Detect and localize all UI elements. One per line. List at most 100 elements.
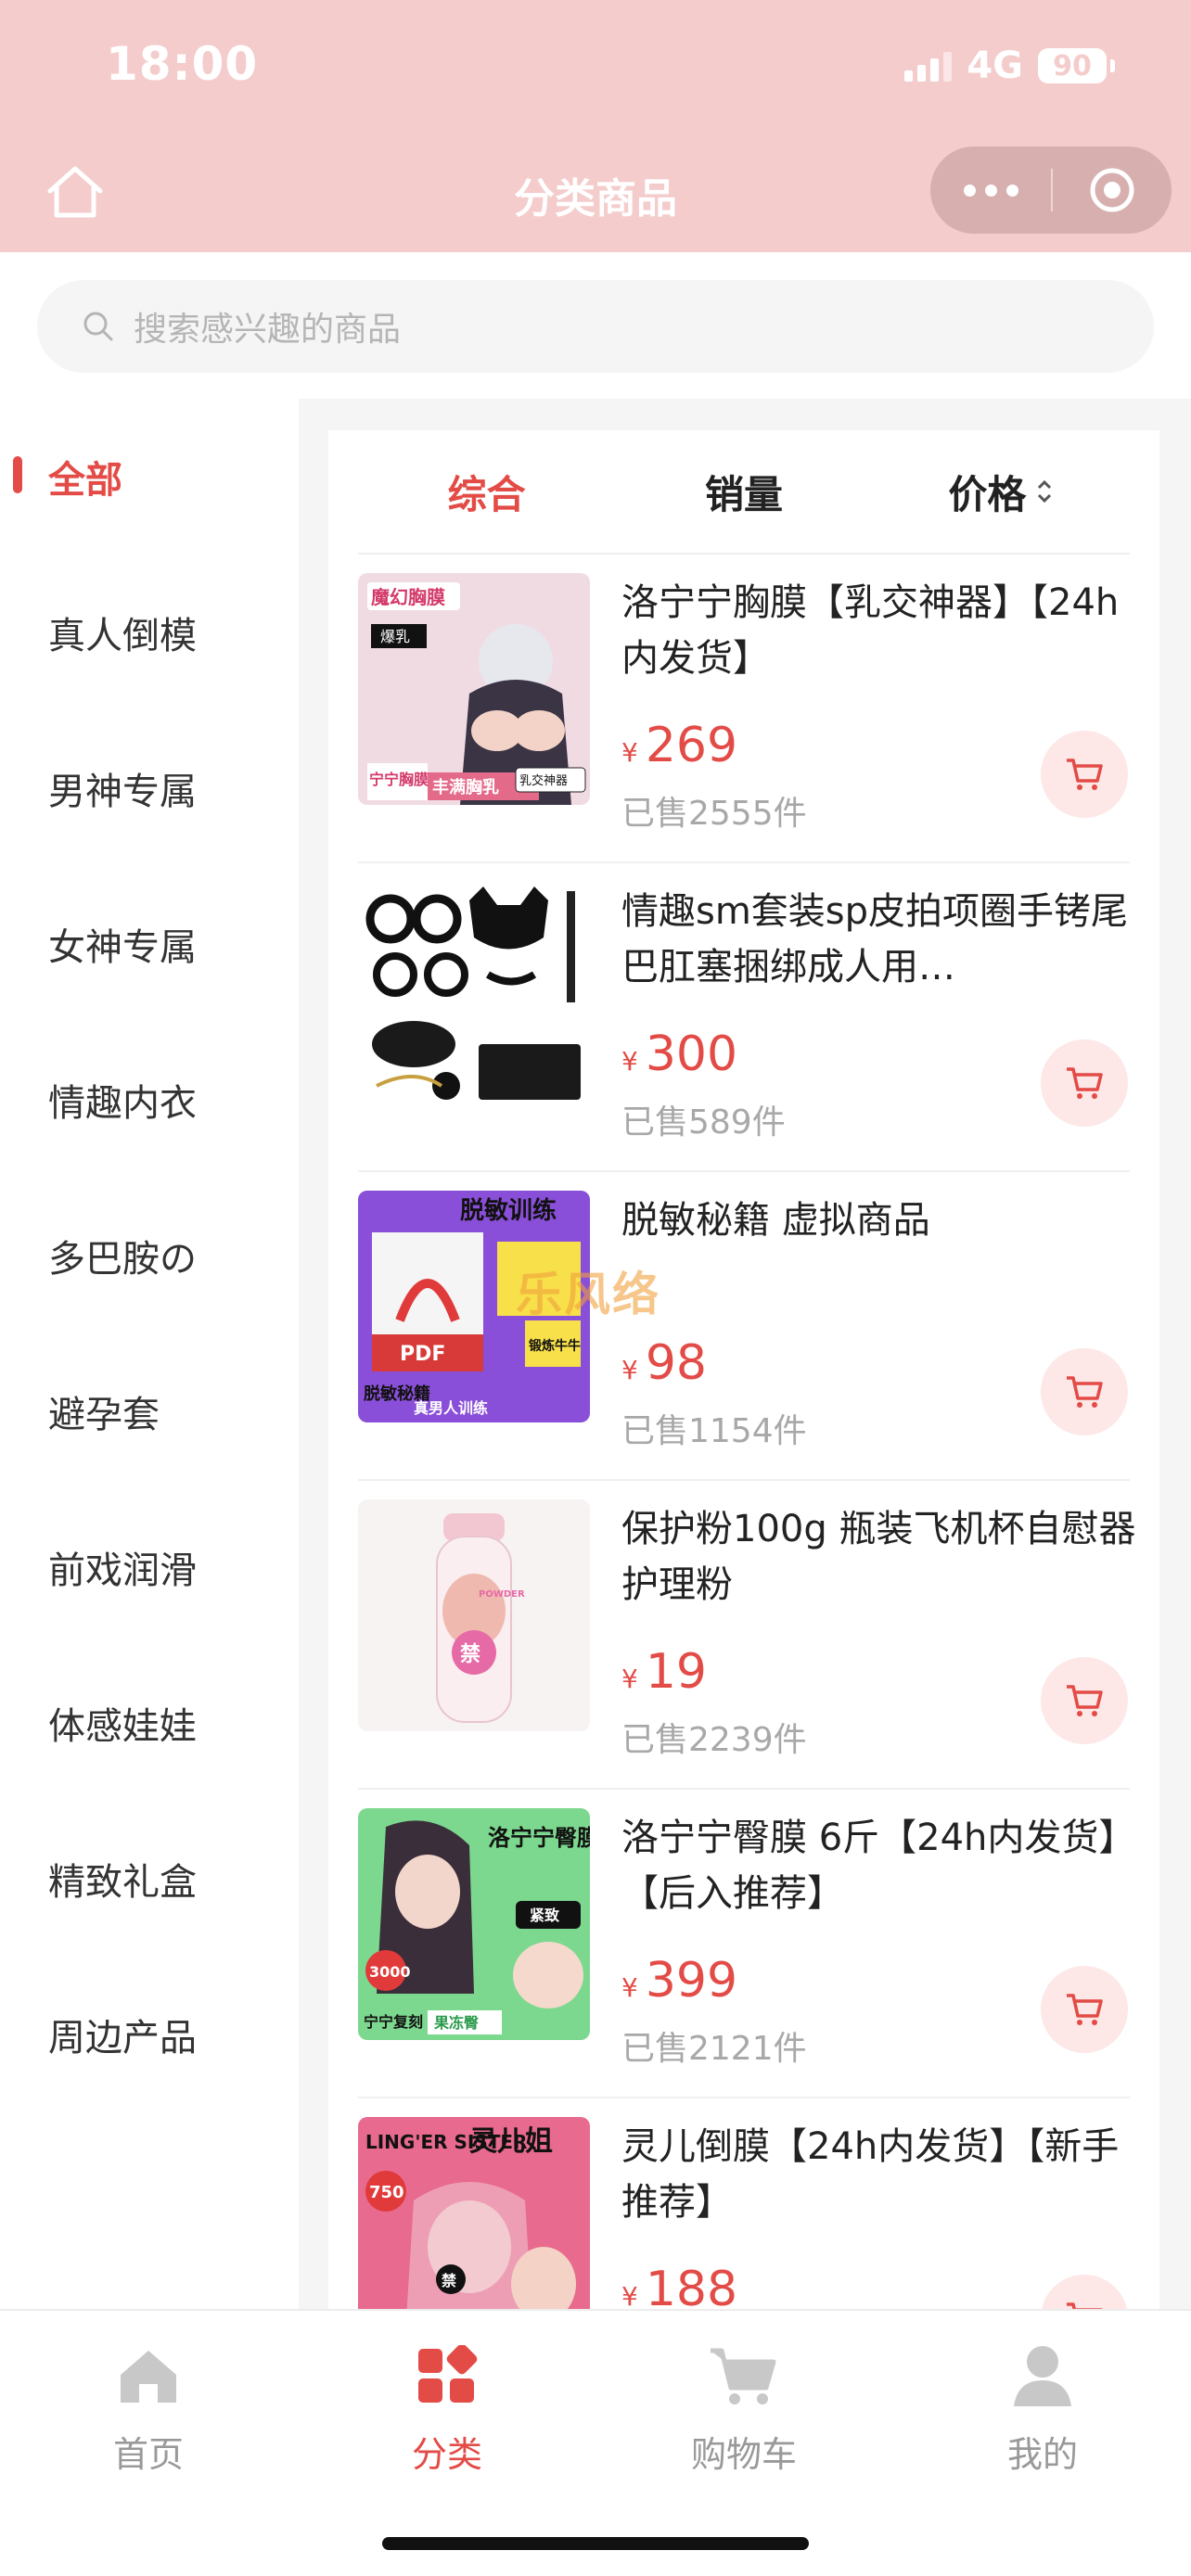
sidebar-item-women[interactable]: 女神专属 xyxy=(0,866,299,1022)
cart-icon xyxy=(1067,1994,1103,2025)
price-value: 98 xyxy=(645,1335,707,1391)
sidebar-item-dopamine[interactable]: 多巴胺の xyxy=(0,1178,299,1333)
sidebar-item-real-mold[interactable]: 真人倒模 xyxy=(0,555,299,710)
user-icon xyxy=(950,2339,1135,2413)
add-to-cart-button[interactable] xyxy=(1041,1348,1128,1435)
sidebar-item-lingerie[interactable]: 情趣内衣 xyxy=(0,1022,299,1178)
category-sidebar: 全部 真人倒模 男神专属 女神专属 情趣内衣 多巴胺の 避孕套 前戏润滑 体感娃… xyxy=(0,399,299,2309)
tab-category[interactable]: 分类 xyxy=(354,2339,540,2477)
search-input[interactable]: 搜索感兴趣的商品 xyxy=(37,280,1154,373)
sold-count: 已售2239件 xyxy=(621,1721,807,1759)
sidebar-item-men[interactable]: 男神专属 xyxy=(0,710,299,866)
thumb-bottom: 宁宁复刻 xyxy=(364,2013,423,2031)
product-image: 禁 POWDER xyxy=(358,1499,590,1731)
tab-profile-label: 我的 xyxy=(1006,2434,1078,2475)
sort-sales-tab[interactable]: 销量 xyxy=(615,464,872,520)
category-icon xyxy=(354,2339,540,2413)
price-value: 399 xyxy=(645,1953,738,2009)
close-target-icon[interactable] xyxy=(1053,166,1172,214)
watermark: 乐风络 xyxy=(516,1268,660,1321)
tab-cart[interactable]: 购物车 xyxy=(651,2339,837,2477)
product-image: 洛宁宁臀膜 紧致 3000 宁宁复刻 果冻臀 xyxy=(358,1808,590,2040)
sidebar-item-dolls[interactable]: 体感娃娃 xyxy=(0,1645,299,1801)
network-label: 4G xyxy=(967,45,1023,87)
thumb-title: 灵儿姐 xyxy=(469,2125,553,2158)
search-icon xyxy=(83,312,113,341)
cart-icon xyxy=(1067,1376,1103,1408)
product-name: 洛宁宁臀膜 6斤【24h内发货】【后入推荐】 xyxy=(621,1817,1136,1915)
sort-overall-tab[interactable]: 综合 xyxy=(358,464,615,520)
status-indicators: 4G 90 xyxy=(904,45,1115,87)
cart-icon xyxy=(1067,759,1103,790)
product-price: ¥19 xyxy=(621,1644,707,1700)
sidebar-item-condoms[interactable]: 避孕套 xyxy=(0,1333,299,1489)
thumb-tag: 禁 xyxy=(442,2272,456,2289)
product-image: 魔幻胸膜 爆乳 乳交神器 宁宁胸膜 丰满胸乳 xyxy=(358,573,590,805)
sold-count: 已售589件 xyxy=(621,1103,786,1141)
product-item[interactable]: 禁 POWDER 保护粉100g 瓶装飞机杯自慰器护理粉 ¥19 已售2239件 xyxy=(358,1481,1135,1790)
thumb-tag: 750 xyxy=(369,2183,404,2202)
sidebar-item-lubricant[interactable]: 前戏润滑 xyxy=(0,1489,299,1645)
thumb-tag: 3000 xyxy=(369,1963,411,1981)
add-to-cart-button[interactable] xyxy=(1041,1039,1128,1127)
tab-category-label: 分类 xyxy=(411,2434,482,2475)
sort-bar: 综合 销量 价格 xyxy=(358,430,1130,555)
thumb-bottom: 丰满胸乳 xyxy=(432,777,499,797)
tab-home[interactable]: 首页 xyxy=(56,2339,241,2477)
sort-price-label: 价格 xyxy=(948,471,1027,517)
thumb-tag: POWDER xyxy=(479,1589,525,1600)
sidebar-item-all[interactable]: 全部 xyxy=(0,399,299,555)
thumb-tag: 锻炼牛牛 xyxy=(529,1338,581,1354)
product-price: ¥98 xyxy=(621,1335,707,1391)
sidebar-item-gift-box[interactable]: 精致礼盒 xyxy=(0,1801,299,1957)
sort-price-tab[interactable]: 价格 xyxy=(873,464,1130,520)
currency-symbol: ¥ xyxy=(621,1664,638,1694)
signal-icon xyxy=(904,50,953,82)
sold-count: 已售1154件 xyxy=(621,1412,807,1450)
cart-icon xyxy=(1067,1685,1103,1716)
add-to-cart-button[interactable] xyxy=(1041,731,1128,818)
product-price: ¥399 xyxy=(621,1953,737,2009)
price-value: 300 xyxy=(645,1027,738,1082)
battery-tip xyxy=(1110,59,1115,72)
thumb-bottom: 宁宁胸膜 xyxy=(369,771,429,788)
thumb-title: 魔幻胸膜 xyxy=(371,586,445,608)
cart-icon xyxy=(1067,1067,1103,1099)
header-bar: 18:00 4G 90 分类商品 xyxy=(0,0,1191,252)
thumb-tag: 乳交神器 xyxy=(519,773,568,788)
cart-icon xyxy=(1067,2302,1103,2309)
tab-cart-label: 购物车 xyxy=(690,2434,797,2475)
add-to-cart-button[interactable] xyxy=(1041,1657,1128,1744)
product-price: ¥300 xyxy=(621,1027,737,1082)
add-to-cart-button[interactable] xyxy=(1041,1966,1128,2053)
product-price: ¥188 xyxy=(621,2262,737,2309)
product-name: 保护粉100g 瓶装飞机杯自慰器护理粉 xyxy=(621,1508,1136,1606)
product-name: 洛宁宁胸膜【乳交神器】【24h内发货】 xyxy=(621,581,1120,680)
sold-count: 已售2555件 xyxy=(621,795,807,833)
cart-icon xyxy=(651,2339,837,2413)
more-icon[interactable] xyxy=(930,184,1051,197)
thumb-title: 脱敏训练 xyxy=(460,1196,557,1225)
product-item[interactable]: 脱敏训练 PDF 锻炼牛牛 脱敏秘籍 真男人训练 脱敏秘籍 虚拟商品 ¥98 已… xyxy=(358,1172,1130,1481)
tab-profile[interactable]: 我的 xyxy=(950,2339,1135,2477)
product-item[interactable]: 情趣sm套装sp皮拍项圈手铐尾巴肛塞捆绑成人用… ¥300 已售589件 xyxy=(358,863,1130,1172)
product-item[interactable]: 洛宁宁臀膜 紧致 3000 宁宁复刻 果冻臀 洛宁宁臀膜 6斤【24h内发货】【… xyxy=(358,1790,1135,2098)
mini-program-capsule xyxy=(930,147,1172,234)
product-image xyxy=(358,882,590,1114)
product-item[interactable]: 魔幻胸膜 爆乳 乳交神器 宁宁胸膜 丰满胸乳 洛宁宁胸膜【乳交神器】【24h内发… xyxy=(358,555,1130,863)
product-name: 情趣sm套装sp皮拍项圈手铐尾巴肛塞捆绑成人用… xyxy=(621,890,1129,988)
sold-count: 已售2121件 xyxy=(621,2030,807,2068)
thumb-tag: PDF xyxy=(400,1343,445,1366)
add-to-cart-button[interactable] xyxy=(1041,2275,1128,2309)
sidebar-item-merch[interactable]: 周边产品 xyxy=(0,1957,299,2112)
product-item[interactable]: LING'ER SISTER 灵儿姐 750 禁 灵儿倒膜【24h内发货】【新手… xyxy=(358,2098,1130,2309)
thumb-title: 洛宁宁臀膜 xyxy=(488,1825,590,1851)
product-price: ¥269 xyxy=(621,718,737,773)
price-value: 269 xyxy=(645,718,738,773)
currency-symbol: ¥ xyxy=(621,1355,638,1385)
product-name: 脱敏秘籍 虚拟商品 xyxy=(621,1199,930,1242)
thumb-bottom: 真男人训练 xyxy=(414,1399,488,1417)
search-section: 搜索感兴趣的商品 xyxy=(0,252,1191,399)
sort-sales-label: 销量 xyxy=(704,471,783,517)
sort-overall-label: 综合 xyxy=(447,471,526,517)
